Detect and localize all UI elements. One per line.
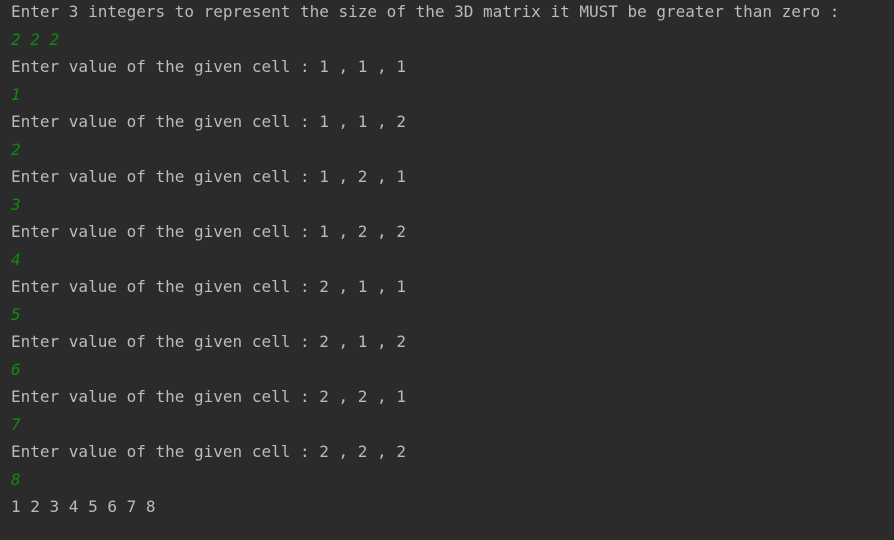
prompt-cell-value: Enter value of the given cell : 1 , 2 , … <box>11 222 406 241</box>
prompt-cell-value: Enter value of the given cell : 2 , 2 , … <box>11 387 406 406</box>
user-input-value: 7 <box>11 414 21 434</box>
user-input-value: 8 <box>11 469 21 489</box>
prompt-cell-value: Enter value of the given cell : 1 , 2 , … <box>11 167 406 186</box>
user-input-value: 3 <box>11 194 21 214</box>
prompt-cell-value: Enter value of the given cell : 1 , 1 , … <box>11 112 406 131</box>
prompt-cell-value: Enter value of the given cell : 2 , 1 , … <box>11 332 406 351</box>
user-input-value: 1 <box>11 84 21 104</box>
matrix-output: 1 2 3 4 5 6 7 8 <box>11 497 156 516</box>
user-input-value: 2 <box>11 139 21 159</box>
user-input-size: 2 2 2 <box>11 29 60 49</box>
prompt-matrix-size: Enter 3 integers to represent the size o… <box>11 2 840 21</box>
user-input-value: 5 <box>11 304 21 324</box>
prompt-cell-value: Enter value of the given cell : 1 , 1 , … <box>11 57 406 76</box>
console-output[interactable]: Enter 3 integers to represent the size o… <box>0 0 894 540</box>
user-input-value: 6 <box>11 359 21 379</box>
prompt-cell-value: Enter value of the given cell : 2 , 1 , … <box>11 277 406 296</box>
user-input-value: 4 <box>11 249 21 269</box>
prompt-cell-value: Enter value of the given cell : 2 , 2 , … <box>11 442 406 461</box>
